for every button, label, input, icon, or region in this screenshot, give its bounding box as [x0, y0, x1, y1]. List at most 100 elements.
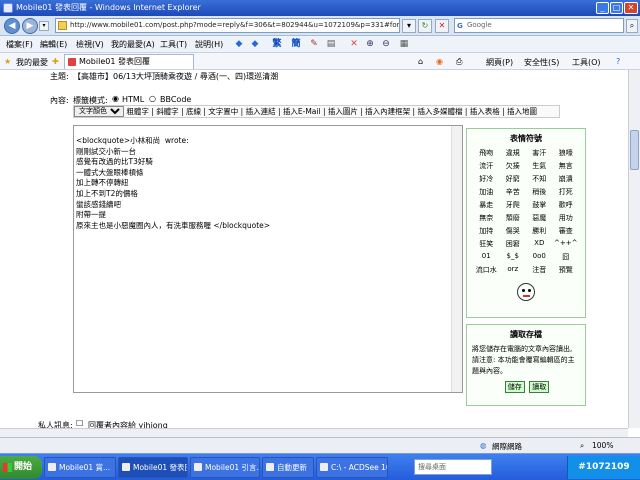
html-radio[interactable]: ◉ — [112, 94, 119, 103]
forward-button[interactable]: ▶ — [22, 18, 38, 34]
window-title-bar[interactable]: Mobile01 發表回覆 - Windows Internet Explore… — [0, 0, 640, 16]
simplified-chinese-button[interactable]: 簡 — [290, 39, 302, 50]
page-menu[interactable]: 網頁(P) — [486, 57, 513, 68]
insert-iframe[interactable]: 插入內建框架 — [365, 107, 410, 116]
close-button[interactable]: ✕ — [624, 2, 638, 14]
emoticon-item[interactable]: 生氣 — [526, 161, 553, 171]
tool-icon-1[interactable]: ◆ — [233, 39, 245, 50]
tool-icon-3[interactable]: ✎ — [308, 39, 320, 50]
emoticon-item[interactable]: 頹廢 — [500, 213, 527, 223]
menu-view[interactable]: 檢視(V) — [76, 39, 104, 50]
textarea-scrollbar[interactable] — [451, 126, 462, 392]
zoom-in-icon[interactable]: ⊕ — [364, 39, 376, 50]
post-content-textarea[interactable]: <blockquote>小林和尚 wrote: 剛剛試交小新一台 感覺有改過的比T3… — [73, 125, 463, 393]
search-input[interactable]: G Google — [454, 18, 624, 33]
menu-edit[interactable]: 編輯(E) — [40, 39, 67, 50]
traditional-chinese-button[interactable]: 繁 — [271, 39, 283, 50]
horizontal-scrollbar[interactable] — [0, 428, 628, 437]
emoticon-item[interactable]: 流汗 — [473, 161, 500, 171]
start-button[interactable]: 開始 — [0, 456, 42, 479]
emoticon-item[interactable]: 加油 — [473, 187, 500, 197]
emoticon-item[interactable]: 狂笑 — [473, 239, 500, 249]
help-icon[interactable]: ? — [616, 57, 620, 66]
emoticon-item[interactable]: ^++^ — [553, 239, 580, 249]
emoticon-item[interactable]: 害汗 — [526, 148, 553, 158]
task-button[interactable]: Mobile01 發表回覆... — [118, 457, 188, 478]
emoticon-item[interactable]: 困窘 — [500, 239, 527, 249]
emoticon-item[interactable]: XD — [526, 239, 553, 249]
task-button[interactable]: 自動更新 — [262, 457, 314, 478]
tool-icon-6[interactable]: ▦ — [398, 39, 410, 50]
emoticon-item[interactable]: 勝利 — [526, 226, 553, 236]
emoticon-item[interactable]: 無奈 — [473, 213, 500, 223]
menu-help[interactable]: 說明(H) — [195, 39, 223, 50]
task-button[interactable]: Mobile01 引言... — [190, 457, 260, 478]
insert-email[interactable]: 插入E-Mail — [283, 107, 321, 116]
browser-tab[interactable]: Mobile01 發表回覆 — [64, 54, 194, 69]
format-center[interactable]: 文字置中 — [208, 107, 238, 116]
emoticon-item[interactable]: 加持 — [473, 226, 500, 236]
bbcode-radio[interactable]: ○ — [149, 94, 156, 103]
tool-icon-5[interactable]: ✕ — [348, 39, 360, 50]
print-icon[interactable]: ⎙ — [456, 57, 462, 67]
emoticon-item[interactable]: 審查 — [553, 226, 580, 236]
favorites-star-icon[interactable]: ★ — [4, 57, 11, 66]
safety-menu[interactable]: 安全性(S) — [524, 57, 559, 68]
emoticon-item[interactable]: 辛苦 — [500, 187, 527, 197]
emoticon-item[interactable]: 傷哭 — [500, 226, 527, 236]
format-italic[interactable]: 斜體字 — [156, 107, 179, 116]
emoticon-item[interactable]: orz — [500, 265, 527, 275]
zoom-icon[interactable]: ⌕ — [580, 441, 584, 451]
format-underline[interactable]: 底線 — [186, 107, 201, 116]
scrollbar-thumb[interactable] — [630, 130, 639, 170]
insert-table[interactable]: 插入表格 — [470, 107, 500, 116]
emoticon-item[interactable]: 注音 — [526, 265, 553, 275]
favorites-label[interactable]: 我的最愛 — [16, 57, 48, 68]
emoticon-item[interactable]: 牙爬 — [500, 200, 527, 210]
emoticon-item[interactable]: 狼嚎 — [553, 148, 580, 158]
private-message-checkbox[interactable]: ☐ — [76, 419, 83, 428]
emoticon-item[interactable]: 違規 — [500, 148, 527, 158]
back-button[interactable]: ◀ — [4, 18, 20, 34]
emoticon-item[interactable]: 歡呼 — [553, 200, 580, 210]
emoticon-item[interactable]: 0o0 — [526, 252, 553, 262]
emoticon-item[interactable]: 欠揍 — [500, 161, 527, 171]
menu-favorites[interactable]: 我的最愛(A) — [111, 39, 155, 50]
emoticon-item[interactable]: 囧 — [553, 252, 580, 262]
text-color-select[interactable]: 文字顏色 — [74, 106, 124, 117]
minimize-button[interactable]: _ — [596, 2, 609, 14]
emoticon-item[interactable]: 暴走 — [473, 200, 500, 210]
menu-tools[interactable]: 工具(T) — [160, 39, 187, 50]
emoticon-item[interactable]: 不知 — [526, 174, 553, 184]
emoticon-item[interactable]: 流口水 — [473, 265, 500, 275]
tool-icon-4[interactable]: ▤ — [325, 39, 337, 50]
emoticon-item[interactable]: 用功 — [553, 213, 580, 223]
insert-media[interactable]: 插入多媒體檔 — [417, 107, 462, 116]
page-scrollbar[interactable] — [628, 70, 640, 428]
tools-menu[interactable]: 工具(O) — [572, 57, 601, 68]
save-button[interactable]: 儲存 — [504, 381, 525, 393]
emoticon-item[interactable]: 預覽 — [553, 265, 580, 275]
address-dropdown-icon[interactable]: ▾ — [402, 19, 416, 33]
insert-map[interactable]: 插入地圖 — [507, 107, 537, 116]
emoticon-item[interactable]: $_$ — [500, 252, 527, 262]
emoticon-item[interactable]: 無言 — [553, 161, 580, 171]
emoticon-item[interactable]: 崩潰 — [553, 174, 580, 184]
add-favorite-icon[interactable]: ✚ — [52, 57, 59, 66]
address-bar[interactable]: http://www.mobile01.com/post.php?mode=re… — [55, 18, 400, 33]
search-icon[interactable]: ⌕ — [626, 19, 638, 33]
zoom-out-icon[interactable]: ⊖ — [380, 39, 392, 50]
insert-image[interactable]: 插入圖片 — [328, 107, 358, 116]
load-button[interactable]: 讀取 — [529, 381, 550, 393]
desktop-search-input[interactable]: 搜尋桌面 — [414, 459, 492, 475]
feeds-icon[interactable]: ◉ — [436, 57, 443, 66]
emoticon-item[interactable]: 惡魔 — [526, 213, 553, 223]
maximize-button[interactable]: □ — [610, 2, 623, 14]
zoom-level[interactable]: 100% — [592, 441, 613, 450]
tool-icon-2[interactable]: ◆ — [249, 39, 261, 50]
refresh-icon[interactable]: ↻ — [418, 19, 432, 33]
format-bold[interactable]: 粗體字 — [126, 107, 149, 116]
emoticon-item[interactable]: 鼓掌 — [526, 200, 553, 210]
insert-link[interactable]: 插入連結 — [246, 107, 276, 116]
menu-file[interactable]: 檔案(F) — [6, 39, 33, 50]
